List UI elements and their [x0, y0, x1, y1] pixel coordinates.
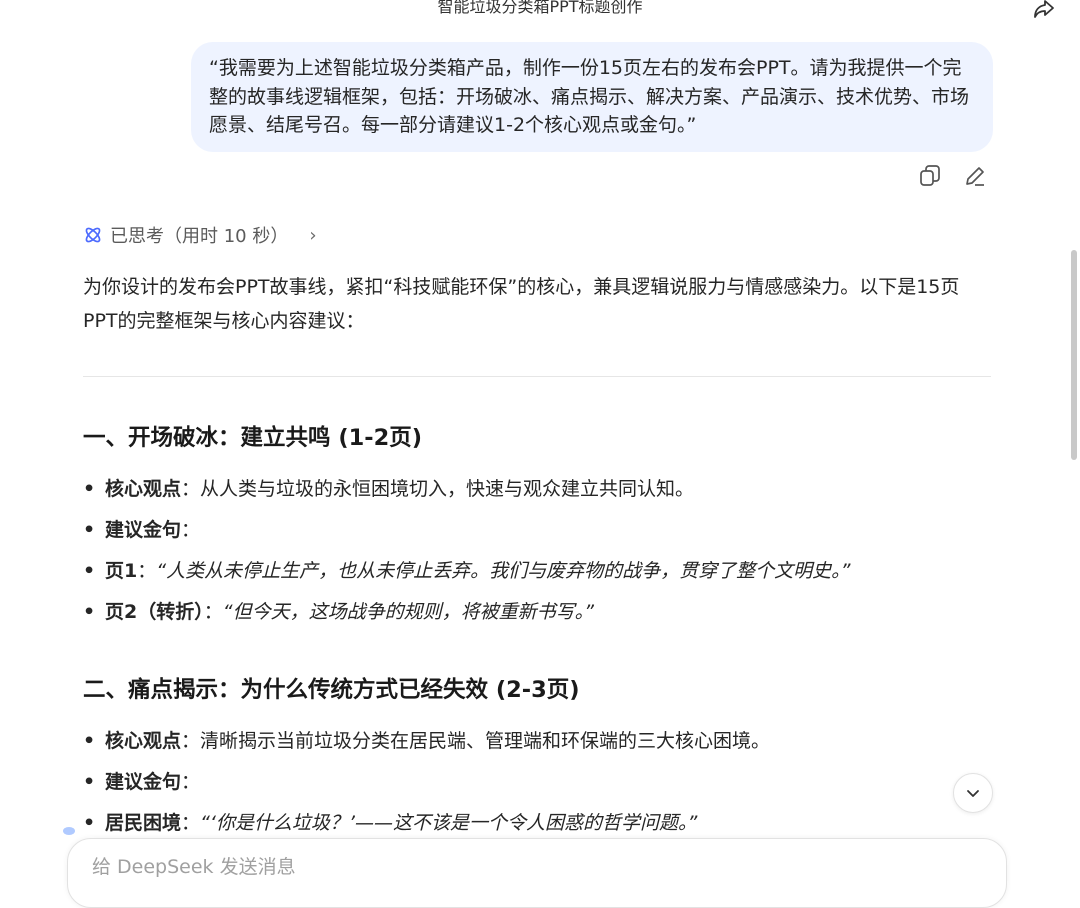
edit-icon[interactable] — [962, 163, 988, 189]
item-sep: ： — [181, 478, 201, 500]
chevron-down-icon — [967, 790, 979, 797]
item-label: 核心观点 — [105, 730, 182, 752]
deepthink-icon — [85, 227, 101, 243]
item-label: 建议金句 — [105, 771, 182, 793]
item-sep: ： — [181, 519, 201, 541]
section-heading: 二、痛点揭示：为什么传统方式已经失效 (2-3页) — [83, 677, 580, 703]
item-sep: ： — [181, 771, 201, 793]
list-item: • 建议金句： — [83, 768, 993, 809]
item-sep: ： — [203, 601, 223, 623]
message-input[interactable] — [90, 855, 974, 879]
list-item: • 核心观点：清晰揭示当前垃圾分类在居民端、管理端和环保端的三大核心困境。 — [83, 727, 993, 768]
section-list: • 核心观点：从人类与垃圾的永恒困境切入，快速与观众建立共同认知。 • 建议金句… — [83, 475, 993, 639]
list-item: • 页2（转折）：“但今天，这场战争的规则，将被重新书写。” — [83, 598, 993, 639]
item-label: 建议金句 — [105, 519, 182, 541]
item-quote: “‘你是什么垃圾？’——这不该是一个令人困惑的哲学问题。” — [200, 812, 698, 834]
copy-icon[interactable] — [917, 163, 943, 189]
item-quote: “人类从未停止生产，也从未停止丢弃。我们与废弃物的战争，贯穿了整个文明史。” — [156, 560, 851, 582]
item-sep: ： — [137, 560, 157, 582]
bullet: • — [83, 560, 96, 582]
list-item: • 建议金句： — [83, 516, 993, 557]
response-intro: 为你设计的发布会PPT故事线，紧扣“科技赋能环保”的核心，兼具逻辑说服力与情感感… — [83, 276, 960, 332]
section-heading: 一、开场破冰：建立共鸣 (1-2页) — [83, 425, 423, 451]
bullet: • — [83, 771, 96, 793]
item-label: 页1 — [105, 560, 138, 582]
bullet: • — [83, 601, 96, 623]
conversation-title: 智能垃圾分类箱PPT标题创作 — [437, 0, 643, 16]
thinking-toggle[interactable]: 已思考（用时 10 秒） › — [83, 222, 317, 248]
section-list: • 核心观点：清晰揭示当前垃圾分类在居民端、管理端和环保端的三大核心困境。 • … — [83, 727, 993, 850]
item-label: 居民困境 — [105, 812, 182, 834]
scrollbar[interactable] — [1071, 250, 1077, 460]
bullet: • — [83, 519, 96, 541]
thinking-label: 已思考（用时 10 秒） — [110, 226, 289, 247]
list-item: • 页1：“人类从未停止生产，也从未停止丢弃。我们与废弃物的战争，贯穿了整个文明… — [83, 557, 993, 598]
share-icon[interactable] — [1032, 0, 1056, 20]
divider — [83, 376, 991, 377]
user-message-text: “我需要为上述智能垃圾分类箱产品，制作一份15页左右的发布会PPT。请为我提供一… — [209, 57, 970, 136]
list-item: • 核心观点：从人类与垃圾的永恒困境切入，快速与观众建立共同认知。 — [83, 475, 993, 516]
scroll-to-bottom-button[interactable] — [953, 773, 993, 813]
user-message: “我需要为上述智能垃圾分类箱产品，制作一份15页左右的发布会PPT。请为我提供一… — [191, 42, 993, 152]
item-quote: “但今天，这场战争的规则，将被重新书写。” — [222, 601, 594, 623]
bullet: • — [83, 812, 96, 834]
bullet: • — [83, 478, 96, 500]
bullet: • — [83, 730, 96, 752]
item-label: 页2（转折） — [105, 601, 204, 623]
decorative-dot — [63, 827, 75, 835]
item-text: 清晰揭示当前垃圾分类在居民端、管理端和环保端的三大核心困境。 — [200, 730, 771, 752]
item-sep: ： — [181, 730, 201, 752]
message-composer[interactable] — [67, 838, 1007, 908]
item-label: 核心观点 — [105, 478, 182, 500]
chevron-right-icon: › — [309, 224, 317, 246]
item-text: 从人类与垃圾的永恒困境切入，快速与观众建立共同认知。 — [200, 478, 695, 500]
item-sep: ： — [181, 812, 201, 834]
